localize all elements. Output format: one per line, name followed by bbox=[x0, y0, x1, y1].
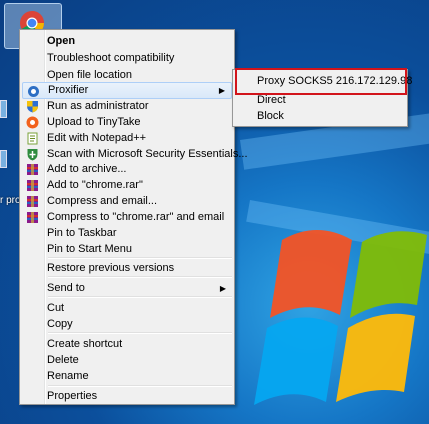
menu-item-label: Add to "chrome.rar" bbox=[47, 179, 143, 191]
menu-item-label: Compress and email... bbox=[47, 195, 158, 207]
menu-item-cut[interactable]: Cut bbox=[22, 300, 232, 317]
menu-item-run-as-administrator[interactable]: Run as administrator bbox=[22, 98, 232, 115]
windows-logo bbox=[254, 230, 427, 405]
submenu-arrow-icon: ▶ bbox=[219, 284, 226, 293]
context-menu: Open Troubleshoot compatibility Open file … bbox=[19, 29, 248, 405]
menu-item-create-shortcut[interactable]: Create shortcut bbox=[22, 336, 232, 353]
partial-desktop-icon[interactable] bbox=[0, 100, 7, 118]
menu-item-add-to-chrome-rar[interactable]: Add to "chrome.rar" bbox=[22, 177, 232, 194]
menu-item-add-to-archive[interactable]: Add to archive... bbox=[22, 161, 232, 178]
partial-icon-label: r pro bbox=[0, 195, 21, 206]
menu-item-label: Restore previous versions bbox=[47, 262, 175, 274]
submenu-arrow-icon: ▶ bbox=[218, 86, 225, 95]
menu-item-label: Upload to TinyTake bbox=[47, 116, 141, 128]
menu-item-label: Create shortcut bbox=[47, 338, 123, 350]
menu-item-label: Run as administrator bbox=[47, 100, 149, 112]
menu-item-rename[interactable]: Rename bbox=[22, 368, 232, 385]
menu-item-edit-with-notepad[interactable]: Edit with Notepad++ bbox=[22, 130, 232, 147]
menu-item-label: Properties bbox=[47, 390, 98, 402]
menu-item-send-to[interactable]: Send to ▶ bbox=[22, 280, 232, 297]
highlight-annotation-box bbox=[235, 68, 407, 95]
proxifier-icon bbox=[28, 86, 39, 97]
menu-item-pin-to-taskbar[interactable]: Pin to Taskbar bbox=[22, 225, 232, 242]
menu-item-label: Rename bbox=[47, 370, 89, 382]
menu-item-restore-previous-versions[interactable]: Restore previous versions bbox=[22, 260, 232, 277]
menu-item-open[interactable]: Open bbox=[22, 33, 232, 50]
menu-item-label: Delete bbox=[47, 354, 79, 366]
submenu-item-label: Block bbox=[257, 110, 284, 122]
menu-item-troubleshoot-compatibility[interactable]: Troubleshoot compatibility bbox=[22, 50, 232, 67]
menu-item-label: Compress to "chrome.rar" and email bbox=[47, 211, 225, 223]
submenu-item-block[interactable]: Block bbox=[235, 108, 405, 125]
menu-item-properties[interactable]: Properties bbox=[22, 388, 232, 405]
partial-desktop-icon[interactable] bbox=[0, 150, 7, 168]
menu-item-upload-to-tinytake[interactable]: Upload to TinyTake bbox=[22, 114, 232, 131]
winrar-icon bbox=[27, 164, 38, 175]
security-essentials-icon bbox=[27, 149, 38, 161]
notepad-icon bbox=[27, 132, 38, 145]
menu-item-proxifier[interactable]: Proxifier ▶ bbox=[22, 82, 232, 99]
menu-item-label: Scan with Microsoft Security Essentials.… bbox=[47, 148, 248, 160]
submenu-item-label: Direct bbox=[257, 94, 286, 106]
menu-item-label: Proxifier bbox=[48, 84, 89, 96]
menu-item-label: Send to bbox=[47, 282, 85, 294]
menu-item-delete[interactable]: Delete bbox=[22, 352, 232, 369]
menu-item-label: Cut bbox=[47, 302, 65, 314]
winrar-icon bbox=[27, 212, 38, 223]
menu-item-compress-and-email[interactable]: Compress and email... bbox=[22, 193, 232, 210]
menu-item-copy[interactable]: Copy bbox=[22, 316, 232, 333]
menu-item-label: Pin to Taskbar bbox=[47, 227, 117, 239]
winrar-icon bbox=[27, 180, 38, 191]
menu-item-label: Troubleshoot compatibility bbox=[47, 52, 175, 64]
menu-item-pin-to-start-menu[interactable]: Pin to Start Menu bbox=[22, 241, 232, 258]
menu-item-compress-to-chrome-rar-and-email[interactable]: Compress to "chrome.rar" and email bbox=[22, 209, 232, 226]
menu-separator bbox=[48, 385, 232, 387]
winrar-icon bbox=[27, 196, 38, 207]
menu-item-label: Edit with Notepad++ bbox=[47, 132, 147, 144]
menu-item-label: Open bbox=[47, 35, 76, 47]
menu-item-label: Add to archive... bbox=[47, 163, 127, 175]
menu-item-label: Open file location bbox=[47, 69, 132, 81]
tinytake-icon bbox=[26, 116, 39, 129]
menu-item-label: Pin to Start Menu bbox=[47, 243, 132, 255]
menu-item-label: Copy bbox=[47, 318, 73, 330]
shield-icon bbox=[27, 101, 38, 113]
